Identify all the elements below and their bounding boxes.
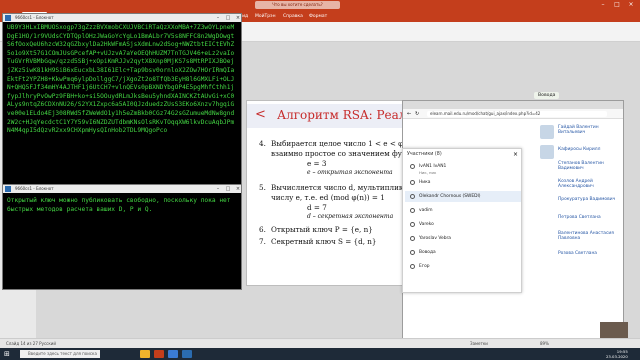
reload-icon[interactable]: ↻: [415, 111, 419, 117]
user-chip[interactable]: Вовода: [534, 92, 560, 99]
minimize-icon[interactable]: –: [596, 0, 610, 10]
tell-me-box[interactable]: Что вы хотите сделать?: [255, 1, 340, 9]
minimize-icon[interactable]: –: [213, 185, 223, 193]
browser-toolbar: ← ↻ elearn.mail.edu.ru/mod/chat/gui_ajax…: [403, 109, 623, 119]
slide-item-num: 4.: [259, 139, 266, 148]
slide-item-value: d = 7: [307, 203, 327, 212]
participant-item[interactable]: Ника: [405, 177, 521, 188]
list-item[interactable]: Степанов Валентин Вадимович: [558, 161, 618, 171]
notepad-window-note: 9660cs1 - Блокнот – □ × Открытый ключ мо…: [2, 184, 242, 290]
participant-sub: Ник, ник: [419, 170, 437, 175]
browser-tabs[interactable]: [403, 101, 623, 109]
participant-item[interactable]: Vareko: [405, 219, 521, 230]
participants-panel: Участники (8) × IvAN1 IvAN1 Ник, ник Ник…: [402, 148, 522, 293]
slide-counter: Слайд 14 из 27 Русский: [6, 341, 56, 346]
slide-item-num: 5.: [259, 183, 266, 192]
close-icon[interactable]: ×: [513, 151, 518, 158]
close-icon[interactable]: ×: [233, 14, 243, 22]
avatar: [540, 125, 554, 139]
right-user-list: Гайдай Валентин Витальевич Кафиросы Кири…: [540, 125, 620, 285]
slide-item-num: 7.: [259, 237, 266, 246]
maximize-icon[interactable]: □: [610, 0, 624, 10]
slide-item-value: e = 3: [307, 159, 327, 168]
maximize-icon[interactable]: □: [223, 185, 233, 193]
status-icon: [410, 208, 415, 213]
address-bar[interactable]: elearn.mail.edu.ru/mod/chat/gui_ajax/ind…: [427, 111, 607, 117]
participants-header: Участники (8): [407, 152, 442, 157]
list-item[interactable]: Прокуратура Вадимович: [558, 197, 618, 202]
back-arrow-icon[interactable]: <: [255, 107, 266, 122]
slide-item-note: e – открытая экспонента: [307, 169, 393, 176]
title-bar: Что вы хотите сделать? – □ ×: [0, 0, 640, 10]
browser-icon[interactable]: [168, 350, 178, 358]
taskbar: ⊞ Введите здесь текст для поиска 19:55 2…: [0, 348, 640, 360]
status-icon: [410, 164, 415, 169]
participant-item[interactable]: Yaroslav Vebra: [405, 233, 521, 244]
slide-item-note: d – секретная экспонента: [307, 213, 394, 220]
status-bar: Слайд 14 из 27 Русский Заметки 89%: [0, 338, 640, 348]
powerpoint-icon[interactable]: [154, 350, 164, 358]
start-icon[interactable]: ⊞: [4, 350, 12, 358]
note-text[interactable]: Открытый ключ можно публиковать свободно…: [3, 195, 241, 285]
status-icon: [410, 222, 415, 227]
list-item[interactable]: Кафиросы Кирилл: [558, 147, 618, 152]
participant-item[interactable]: Olekandr Chornous (SWEDI): [405, 191, 521, 202]
maximize-icon[interactable]: □: [223, 14, 233, 22]
participant-item[interactable]: Вовода: [405, 247, 521, 258]
taskbar-search[interactable]: Введите здесь текст для поиска: [20, 350, 100, 358]
minimize-icon[interactable]: –: [213, 14, 223, 22]
close-icon[interactable]: ×: [624, 0, 638, 10]
list-item[interactable]: Розова Светлана: [558, 251, 618, 256]
notepad-icon: [5, 15, 11, 21]
status-icon: [410, 250, 415, 255]
close-icon[interactable]: ×: [233, 185, 243, 193]
tab-format[interactable]: Формат: [306, 12, 330, 21]
notepad-icon: [5, 186, 11, 192]
list-item[interactable]: Петрова Светлана: [558, 215, 618, 220]
status-icon: [410, 264, 415, 269]
status-icon: [410, 194, 415, 199]
slide-item-text: Открытый ключ P = {e, n}: [271, 225, 373, 234]
slide-item-sub: взаимно простое со значением функ: [271, 149, 412, 158]
status-icon: [410, 180, 415, 185]
avatar: [540, 145, 554, 159]
window-titlebar: 9660cs1 - Блокнот: [3, 14, 241, 22]
list-item[interactable]: Гайдай Валентин Витальевич: [558, 125, 618, 135]
slide-item-text: Секретный ключ S = {d, n}: [271, 237, 377, 246]
status-icon: [410, 236, 415, 241]
list-item[interactable]: Козлов Андрей Александрович: [558, 179, 618, 189]
explorer-icon[interactable]: [140, 350, 150, 358]
participant-item[interactable]: Егор: [405, 261, 521, 272]
slide-item-num: 6.: [259, 225, 266, 234]
tab-help[interactable]: Справка: [280, 12, 306, 21]
participant-item[interactable]: vadim: [405, 205, 521, 216]
clock[interactable]: 19:55 23.03.2020: [606, 349, 628, 359]
notepad-window-key: 9660cs1 - Блокнот – □ × UB9Y3HLxIBMUOSxo…: [2, 13, 242, 185]
tab-mytrain[interactable]: МойТрэн: [252, 12, 279, 21]
list-item[interactable]: Валентинова Анастасия Павловна: [558, 231, 618, 241]
window-titlebar: 9660cs1 - Блокнот: [3, 185, 241, 193]
slide-item-sub: числу e, т.е. ed (mod φ(n)) = 1: [271, 193, 385, 202]
notepad-taskbar-icon[interactable]: [182, 350, 192, 358]
key-text[interactable]: UB9Y3HLxIBMUOSxogp73gZzzBVXmobCXUJVBCiRT…: [3, 22, 241, 184]
back-icon[interactable]: ←: [407, 111, 411, 117]
